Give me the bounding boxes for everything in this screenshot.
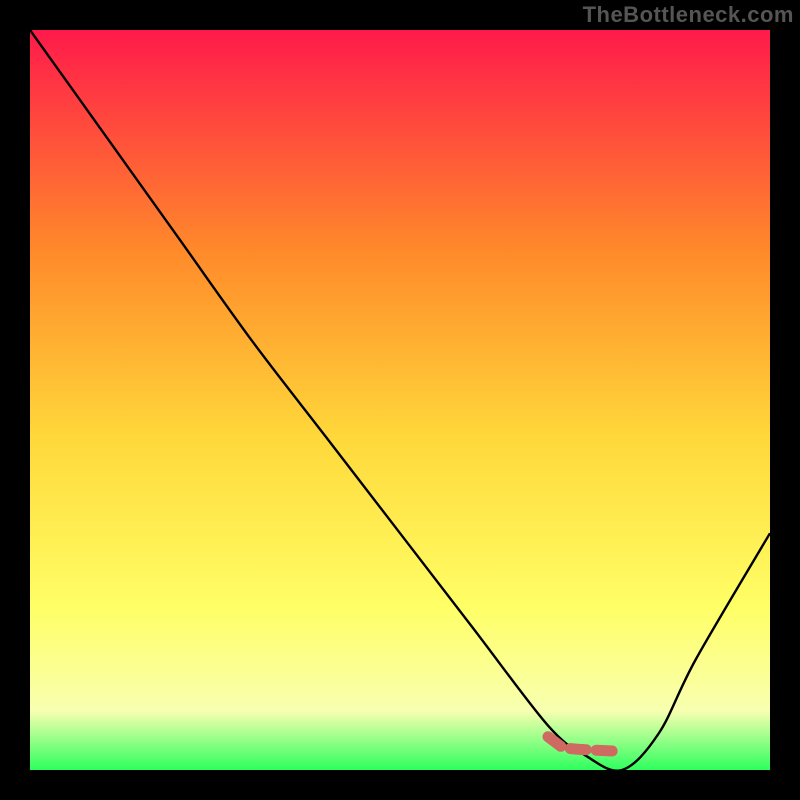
background-gradient xyxy=(30,30,770,770)
plot-area xyxy=(30,30,770,770)
watermark-text: TheBottleneck.com xyxy=(583,2,794,28)
chart-stage: TheBottleneck.com xyxy=(0,0,800,800)
